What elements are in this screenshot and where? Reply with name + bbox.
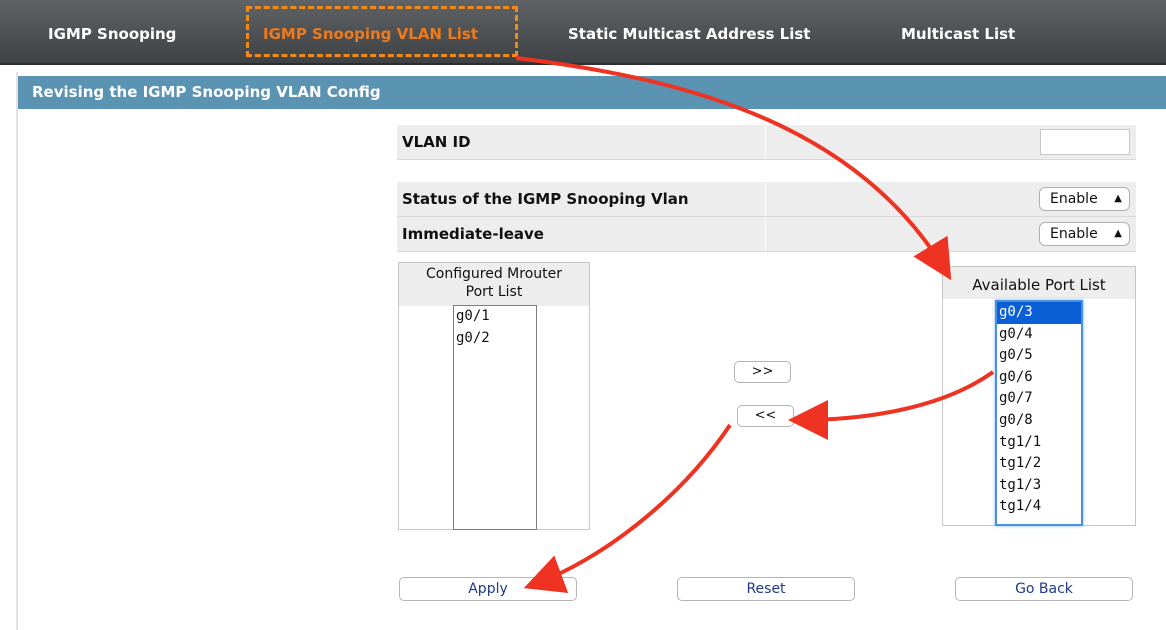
status-select-value: Enable (1050, 191, 1098, 207)
available-port-item[interactable]: tg1/3 (997, 475, 1081, 497)
tab-multicast-list[interactable]: Multicast List (901, 22, 1015, 46)
go-back-button[interactable]: Go Back (955, 577, 1133, 601)
configured-port-list[interactable]: g0/1 g0/2 (453, 305, 537, 530)
status-select[interactable]: Enable ▲ (1039, 187, 1130, 211)
immediate-leave-row: Immediate-leave Enable ▲ (397, 217, 1136, 252)
configured-port-header-line1: Configured Mrouter (425, 266, 562, 282)
available-port-item[interactable]: tg1/1 (997, 432, 1081, 454)
available-port-item-selected[interactable]: g0/3 (997, 302, 1081, 324)
configured-port-item[interactable]: g0/2 (454, 328, 536, 350)
immediate-leave-select[interactable]: Enable ▲ (1039, 222, 1130, 246)
row-divider (765, 182, 766, 216)
content-frame-border (16, 72, 18, 630)
tab-igmp-snooping[interactable]: IGMP Snooping (48, 22, 176, 46)
immediate-leave-select-value: Enable (1050, 226, 1098, 242)
row-divider (765, 125, 766, 159)
available-port-list[interactable]: g0/3 g0/4 g0/5 g0/6 g0/7 g0/8 tg1/1 tg1/… (995, 300, 1083, 526)
vlan-id-label: VLAN ID (402, 133, 471, 151)
available-port-item[interactable]: g0/7 (997, 388, 1081, 410)
available-port-item[interactable]: g0/4 (997, 324, 1081, 346)
annotation-highlight-box (246, 6, 518, 57)
select-arrows-icon: ▲ (1114, 228, 1122, 239)
remove-port-button[interactable]: << (737, 405, 794, 427)
available-port-item[interactable]: g0/8 (997, 410, 1081, 432)
status-label: Status of the IGMP Snooping Vlan (402, 190, 689, 208)
vlan-id-input[interactable] (1040, 129, 1130, 155)
section-title: Revising the IGMP Snooping VLAN Config (18, 76, 1166, 109)
row-divider (765, 217, 766, 251)
add-port-button[interactable]: >> (734, 361, 791, 383)
available-port-item[interactable]: tg1/4 (997, 496, 1081, 518)
reset-button[interactable]: Reset (677, 577, 855, 601)
tab-static-multicast-address-list[interactable]: Static Multicast Address List (568, 22, 810, 46)
apply-button[interactable]: Apply (399, 577, 577, 601)
available-port-item[interactable]: g0/6 (997, 367, 1081, 389)
vlan-id-row: VLAN ID (397, 125, 1136, 160)
configured-port-item[interactable]: g0/1 (454, 306, 536, 328)
available-port-item[interactable]: g0/5 (997, 345, 1081, 367)
configured-port-header: Configured Mrouter Port List (399, 263, 589, 306)
available-port-item[interactable]: tg1/2 (997, 453, 1081, 475)
select-arrows-icon: ▲ (1114, 193, 1122, 204)
configured-port-header-line2: Port List (465, 284, 523, 300)
available-port-header: Available Port List (943, 267, 1135, 299)
status-row: Status of the IGMP Snooping Vlan Enable … (397, 182, 1136, 217)
immediate-leave-label: Immediate-leave (402, 225, 544, 243)
top-nav: IGMP Snooping IGMP Snooping VLAN List St… (0, 0, 1166, 65)
